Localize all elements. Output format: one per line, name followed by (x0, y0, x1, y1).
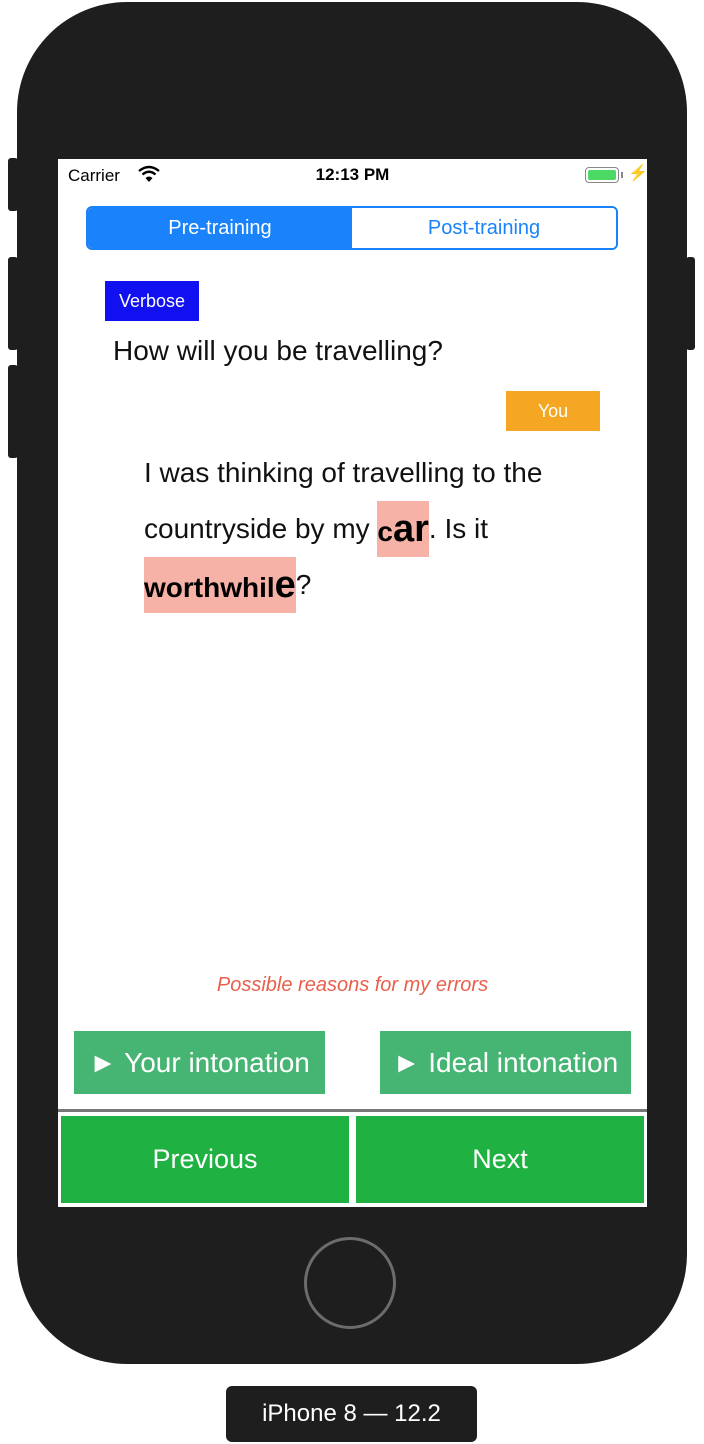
user-tag: You (506, 391, 600, 431)
battery-nub (621, 172, 623, 178)
your-intonation-button[interactable]: ► Your intonation (74, 1031, 325, 1094)
possible-reasons-link[interactable]: Possible reasons for my errors (58, 974, 647, 997)
ideal-intonation-button[interactable]: ► Ideal intonation (380, 1031, 631, 1094)
mute-switch (8, 158, 18, 211)
error-highlight-text: e (274, 564, 296, 606)
answer-line: I was thinking of travelling to the (144, 445, 604, 501)
app-screen: Carrier 12:13 PM ⚡ Pre-training Post-tra… (58, 159, 647, 1207)
next-button[interactable]: Next (356, 1116, 644, 1203)
answer-text: I was thinking of travelling to the count… (144, 445, 604, 613)
error-highlight-text: c (377, 516, 393, 547)
status-time: 12:13 PM (315, 165, 390, 184)
volume-down-button (8, 365, 18, 458)
error-highlight-text: worthwhil (144, 572, 275, 603)
answer-text-segment: . Is it (428, 513, 489, 544)
answer-text-segment: countryside by my (144, 513, 378, 544)
error-highlight: car (377, 501, 429, 557)
divider (58, 1109, 647, 1112)
volume-up-button (8, 257, 18, 350)
error-highlight-text: ar (393, 508, 429, 550)
status-bar: Carrier 12:13 PM ⚡ (58, 159, 647, 191)
answer-text-segment: ? (295, 569, 312, 600)
question-text: How will you be travelling? (113, 335, 443, 366)
answer-text-segment: I was thinking of travelling to the (144, 457, 543, 488)
answer-line: countryside by my car. Is it (144, 501, 604, 557)
tab-pre-training[interactable]: Pre-training (88, 208, 352, 248)
home-button[interactable] (304, 1237, 396, 1329)
training-segmented-control: Pre-training Post-training (86, 206, 618, 250)
speaker-tag: Verbose (105, 281, 199, 321)
battery-icon (585, 167, 619, 183)
error-highlight: worthwhile (144, 557, 296, 613)
tab-post-training[interactable]: Post-training (352, 208, 616, 248)
charging-icon: ⚡ (628, 165, 647, 182)
power-button (686, 257, 695, 350)
previous-button[interactable]: Previous (61, 1116, 349, 1203)
answer-line: worthwhile? (144, 557, 604, 613)
device-label: iPhone 8 — 12.2 (226, 1386, 477, 1442)
